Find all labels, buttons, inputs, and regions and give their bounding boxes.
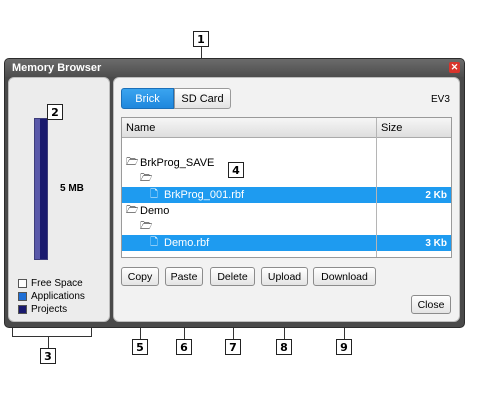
memory-projects-fill [40,119,47,259]
paste-button[interactable]: Paste [165,267,203,286]
callout-2: 2 [47,104,63,120]
download-button[interactable]: Download [313,267,376,286]
file-icon: 🗋 [150,236,159,248]
callout-5: 5 [132,339,148,355]
folder-open-icon: 🗁 [126,156,139,168]
delete-button[interactable]: Delete [210,267,255,286]
legend-projects: Projects [18,304,67,315]
projects-swatch [18,305,27,314]
folder-open-icon: 🗁 [126,204,139,216]
callout-6: 6 [176,339,192,355]
callout-9: 9 [336,339,352,355]
file-icon: 🗋 [150,188,159,200]
tab-brick[interactable]: Brick [121,88,174,109]
table-row[interactable]: 🗁 Demo [122,203,451,219]
callout-1: 1 [193,31,209,47]
table-row[interactable]: 🗁 [122,219,451,235]
upload-button[interactable]: Upload [261,267,308,286]
table-row[interactable]: 🗁 BrkProg_SAVE [122,155,451,171]
table-row[interactable]: 🗋 Demo.rbf 3 Kb [122,235,451,251]
folder-open-icon: 🗁 [140,220,153,232]
file-table: Name Size 🗁 BrkProg_SAVE 🗁 🗋 BrkProg_001… [121,117,452,258]
title-bar[interactable]: Memory Browser ✕ [5,59,464,77]
column-divider[interactable] [376,118,377,257]
column-header-size[interactable]: Size [377,118,451,138]
callout-4: 4 [228,162,244,178]
callout-7: 7 [225,339,241,355]
legend-applications: Applications [18,291,85,302]
legend-free-space: Free Space [18,278,83,289]
table-row[interactable]: 🗋 BrkProg_001.rbf 2 Kb [122,187,451,203]
window-title: Memory Browser [12,62,102,74]
window-close-icon[interactable]: ✕ [449,62,460,73]
applications-swatch [18,292,27,301]
folder-open-icon: 🗁 [140,172,153,184]
copy-button[interactable]: Copy [121,267,159,286]
device-label: EV3 [431,94,450,105]
tab-sd-card[interactable]: SD Card [174,88,231,109]
table-row[interactable]: 🗁 [122,171,451,187]
memory-used-label: 5 MB [60,183,84,194]
column-header-name[interactable]: Name [122,118,376,138]
free-space-swatch [18,279,27,288]
callout-8: 8 [276,339,292,355]
close-button[interactable]: Close [411,295,451,314]
callout-3: 3 [40,348,56,364]
